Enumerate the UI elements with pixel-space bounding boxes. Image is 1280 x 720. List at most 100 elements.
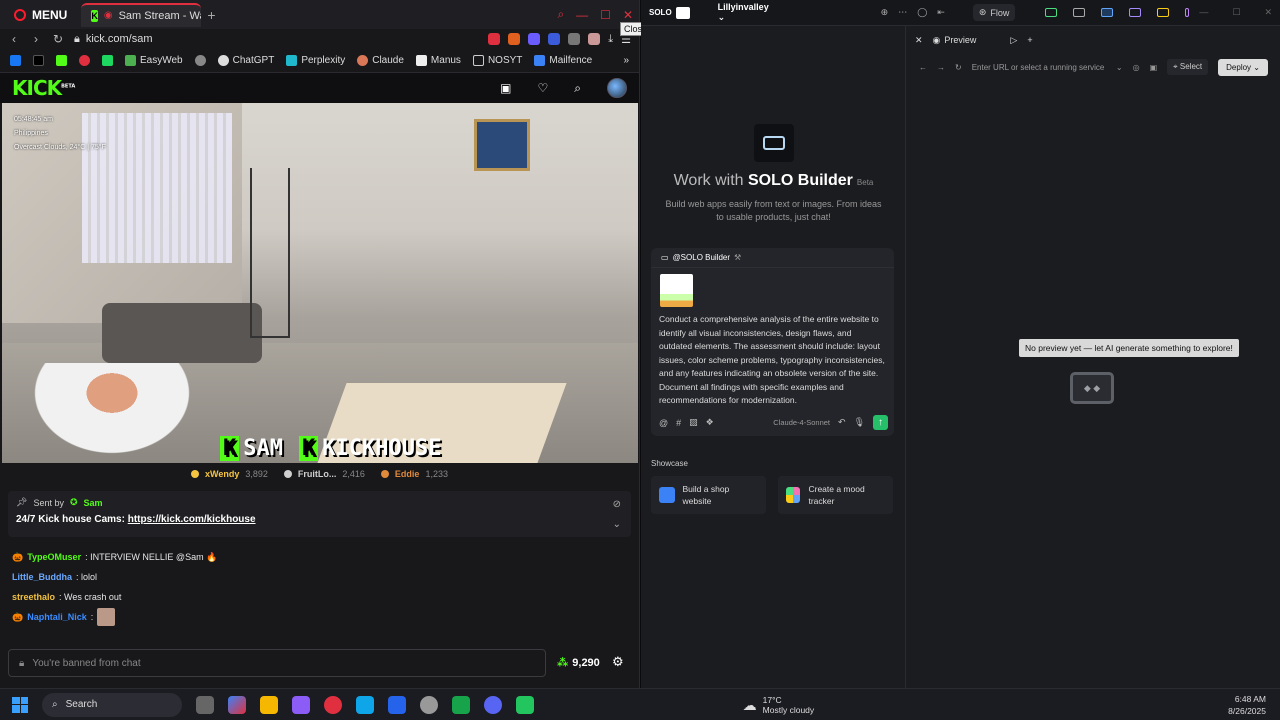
bookmark-mailfence[interactable]: Mailfence xyxy=(534,55,592,66)
file-explorer-icon[interactable] xyxy=(260,695,278,714)
reload-icon[interactable]: ↻ xyxy=(52,32,64,46)
chat-add-icon[interactable]: ⊕ xyxy=(881,7,889,18)
send-button[interactable]: ↑ xyxy=(873,415,888,430)
extension-icon[interactable] xyxy=(508,33,521,45)
extension-icon[interactable] xyxy=(488,33,501,45)
leaderboard-entry[interactable]: Eddie 1,233 xyxy=(380,469,448,479)
reload-icon[interactable]: ↻ xyxy=(955,63,962,72)
browser-view-icon[interactable] xyxy=(1101,8,1114,17)
close-icon[interactable]: ✕ xyxy=(623,8,633,22)
hash-icon[interactable]: # xyxy=(676,418,681,428)
opera-icon[interactable] xyxy=(324,695,342,714)
tab-preview[interactable]: ◉ Preview xyxy=(933,35,977,46)
new-tab-icon[interactable]: + xyxy=(207,7,215,23)
mail-icon[interactable] xyxy=(1157,8,1170,17)
bookmark-claude[interactable]: Claude xyxy=(357,55,404,66)
chat-username[interactable]: Little_Buddha xyxy=(12,567,72,587)
extension-icon[interactable] xyxy=(528,33,541,45)
showcase-shop[interactable]: Build a shop website xyxy=(651,476,766,514)
maximize-icon[interactable]: ☐ xyxy=(600,8,611,22)
add-tab-icon[interactable]: + xyxy=(1027,35,1032,45)
play-icon[interactable]: ▷ xyxy=(1010,35,1017,46)
menu-button[interactable]: MENU xyxy=(6,4,75,26)
screenshot-icon[interactable]: ▣ xyxy=(1150,63,1158,72)
windows-start-icon[interactable] xyxy=(12,696,28,713)
forward-icon[interactable]: › xyxy=(30,32,42,46)
microphone-icon[interactable]: 🎙︎ xyxy=(854,417,865,428)
more-icon[interactable]: ⋯ xyxy=(898,7,907,18)
deploy-button[interactable]: Deploy ⌄ xyxy=(1218,58,1268,76)
gear-icon[interactable]: ⚙ xyxy=(612,654,624,670)
bookmark-kick[interactable] xyxy=(56,55,67,66)
bookmark-wordpress[interactable] xyxy=(194,55,206,66)
terminal-icon[interactable] xyxy=(516,695,534,714)
tab-sam-stream[interactable]: K ◉ Sam Stream - Watch L xyxy=(81,2,202,27)
agent-mention[interactable]: @SOLO Builder xyxy=(673,253,730,262)
kick-logo[interactable]: KICKBETA xyxy=(12,76,75,100)
bookmark-manus[interactable]: Manus xyxy=(415,55,461,66)
search-tabs-icon[interactable]: ⌕ xyxy=(557,7,564,22)
collapse-icon[interactable]: ⇤ xyxy=(937,7,945,18)
chat-username[interactable]: Naphtali_Nick xyxy=(27,607,87,627)
puzzle-icon[interactable] xyxy=(568,33,581,45)
figma-icon[interactable] xyxy=(1185,8,1190,17)
profile-icon[interactable] xyxy=(588,33,601,45)
undo-icon[interactable]: ↶ xyxy=(838,417,846,428)
bookmark-play[interactable] xyxy=(102,55,113,66)
channel-points[interactable]: ⁂ 9,290 xyxy=(557,656,600,670)
settings-icon[interactable]: ⚒ xyxy=(734,253,741,262)
pinned-link[interactable]: https://kick.com/kickhouse xyxy=(128,514,256,525)
attached-image-thumbnail[interactable] xyxy=(660,274,693,307)
discord-icon[interactable] xyxy=(484,695,502,714)
back-icon[interactable]: ‹ xyxy=(8,32,20,46)
chat-username[interactable]: streethalo xyxy=(12,587,55,607)
preview-url-input[interactable]: Enter URL or select a running service xyxy=(972,63,1106,72)
leaderboard-entry[interactable]: FruitLo... 2,416 xyxy=(283,469,365,479)
chevron-down-icon[interactable]: ⌄ xyxy=(613,519,621,530)
at-icon[interactable]: @ xyxy=(659,418,668,428)
figma-icon[interactable]: ❖ xyxy=(706,417,714,428)
more-bookmarks-icon[interactable]: » xyxy=(623,55,629,66)
video-player[interactable]: 05:48:45 am Philippines Overcast Clouds,… xyxy=(2,103,638,463)
avatar[interactable] xyxy=(607,78,627,98)
chevron-down-icon[interactable]: ⌄ xyxy=(1116,63,1123,72)
bookmark-x[interactable] xyxy=(33,55,44,66)
minimize-icon[interactable]: — xyxy=(576,8,588,22)
pinned-user[interactable]: Sam xyxy=(84,498,103,508)
prompt-textarea[interactable]: Conduct a comprehensive analysis of the … xyxy=(651,313,894,408)
app-icon[interactable] xyxy=(420,695,438,714)
target-icon[interactable]: ◎ xyxy=(1133,63,1140,72)
minimize-icon[interactable]: — xyxy=(1199,7,1208,18)
image-icon[interactable]: ▨ xyxy=(689,417,698,428)
terminal-icon[interactable] xyxy=(1045,8,1058,17)
url-field[interactable]: 🔒︎ kick.com/sam xyxy=(74,33,478,46)
leaderboard-entry[interactable]: xWendy 3,892 xyxy=(191,469,268,479)
project-selector[interactable]: Lillyinvalley ⌄ xyxy=(718,2,779,23)
chat-input[interactable]: 🔒︎ You're banned from chat xyxy=(8,649,546,677)
chat-username[interactable]: TypeOMuser xyxy=(27,547,81,567)
select-button[interactable]: ⌖ Select xyxy=(1167,59,1209,75)
bookmark-nosyt[interactable]: NOSYT xyxy=(472,55,522,66)
unpin-icon[interactable]: ⊘ xyxy=(613,499,621,510)
app-icon[interactable] xyxy=(356,695,374,714)
download-icon[interactable]: ⤓ xyxy=(608,33,613,46)
maximize-icon[interactable]: ☐ xyxy=(1232,7,1240,18)
editor-icon[interactable] xyxy=(1073,8,1086,17)
back-icon[interactable]: ← xyxy=(919,63,927,72)
forward-icon[interactable]: → xyxy=(937,63,945,72)
close-icon[interactable]: ✕ xyxy=(1264,7,1272,18)
search-icon[interactable]: ⌕ xyxy=(574,81,581,96)
extension-icon[interactable] xyxy=(548,33,561,45)
app-icon[interactable] xyxy=(292,695,310,714)
flow-button[interactable]: ⊛ Flow xyxy=(972,4,1016,21)
bookmark-chatgpt[interactable]: ChatGPT xyxy=(217,55,274,66)
vscode-icon[interactable] xyxy=(388,695,406,714)
bookmark-perplexity[interactable]: Perplexity xyxy=(286,55,345,66)
heart-icon[interactable]: ♡ xyxy=(538,81,549,95)
solo-logo[interactable]: SOLO xyxy=(649,6,690,19)
gift-icon[interactable]: ▣ xyxy=(500,81,511,95)
taskbar-search[interactable]: ⌕ Search xyxy=(42,692,182,717)
bookmark-easyweb[interactable]: EasyWeb xyxy=(125,55,183,66)
clock[interactable]: 6:48 AM 8/26/2025 xyxy=(1228,693,1266,717)
docs-icon[interactable] xyxy=(1129,8,1142,17)
